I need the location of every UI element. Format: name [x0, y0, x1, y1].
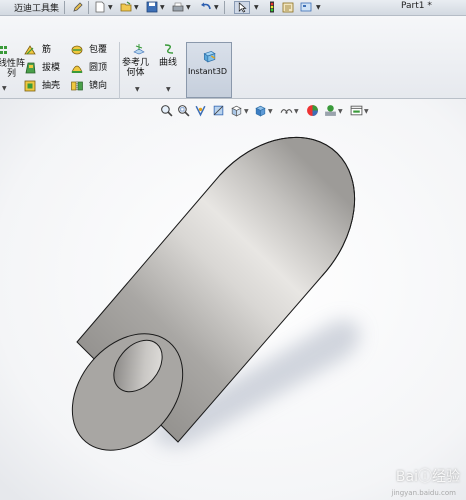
draft-button[interactable]: 拔模	[24, 61, 66, 75]
chevron-down-icon[interactable]: ▼	[254, 4, 259, 11]
rib-button[interactable]: 筋	[24, 43, 66, 57]
curves-label: 曲线	[159, 58, 178, 68]
chevron-down-icon[interactable]: ▼	[186, 4, 191, 11]
undo-icon[interactable]	[200, 1, 212, 13]
options-icon[interactable]	[282, 1, 294, 13]
toolbar-divider	[64, 1, 65, 14]
mirror-icon	[71, 81, 83, 91]
shell-icon	[24, 80, 36, 92]
rib-icon	[24, 45, 36, 55]
section-view-icon[interactable]	[212, 104, 225, 117]
hide-show-items-icon[interactable]	[280, 104, 293, 117]
chevron-down-icon[interactable]: ▼	[214, 4, 219, 11]
display-style-icon[interactable]	[254, 104, 267, 117]
view-settings-icon[interactable]	[350, 104, 363, 117]
chevron-down-icon[interactable]: ▼	[2, 85, 7, 92]
chevron-down-icon[interactable]: ▼	[160, 4, 165, 11]
chevron-down-icon[interactable]: ▼	[268, 108, 273, 115]
draft-icon	[25, 62, 36, 74]
save-icon[interactable]	[146, 1, 158, 13]
chevron-down-icon[interactable]: ▼	[134, 4, 139, 11]
dome-button[interactable]: 圆顶	[71, 61, 115, 75]
pencil-icon[interactable]	[72, 1, 84, 13]
chevron-down-icon[interactable]: ▼	[364, 108, 369, 115]
chevron-down-icon[interactable]: ▼	[316, 4, 321, 11]
chevron-down-icon[interactable]: ▼	[108, 4, 113, 11]
reference-geometry-button[interactable]: 参考几 何体 ▼	[122, 43, 156, 95]
document-title: Part1 *	[401, 1, 432, 11]
shell-label: 抽壳	[42, 81, 61, 91]
new-document-icon[interactable]	[94, 1, 106, 13]
draft-label: 拔模	[42, 63, 61, 73]
instant3d-button[interactable]: Instant3D	[186, 42, 232, 98]
linear-pattern-button[interactable]: 线性阵 列 ▼	[0, 41, 25, 93]
ribbon-divider	[119, 42, 120, 100]
quick-access-toolbar: 迈迪工具集 ▼ ▼ ▼ ▼ ▼ ▼ ▼ Part1 *	[0, 0, 466, 16]
zoom-area-icon[interactable]	[177, 104, 190, 117]
instant3d-icon	[203, 50, 216, 63]
print-icon[interactable]	[172, 1, 184, 13]
curves-icon	[164, 44, 174, 54]
mirror-button[interactable]: 镜向	[71, 79, 115, 93]
zoom-to-fit-icon[interactable]	[160, 104, 173, 117]
heads-up-view-toolbar: ▼ ▼ ▼ ▼ ▼	[158, 104, 398, 120]
chevron-down-icon[interactable]: ▼	[244, 108, 249, 115]
reference-geometry-icon	[133, 44, 145, 55]
dome-label: 圆顶	[89, 63, 108, 73]
chevron-down-icon[interactable]: ▼	[294, 108, 299, 115]
watermark-subtext: jingyan.baidu.com	[391, 489, 456, 497]
shell-button[interactable]: 抽壳	[24, 79, 66, 93]
maidi-toolset-menu[interactable]: 迈迪工具集	[14, 1, 59, 14]
select-pointer-icon	[238, 2, 247, 13]
mirror-label: 镜向	[89, 81, 108, 91]
select-pointer-button[interactable]	[234, 1, 250, 14]
instant3d-label: Instant3D	[188, 67, 228, 76]
linear-pattern-label: 线性阵 列	[0, 59, 26, 79]
curves-button[interactable]: 曲线 ▼	[158, 43, 182, 95]
graphics-area[interactable]: Baiⓘ经验 jingyan.baidu.com	[0, 99, 466, 500]
watermark-text: Baiⓘ经验	[395, 469, 460, 485]
view-orientation-icon[interactable]	[230, 104, 243, 117]
screen-icon[interactable]	[300, 1, 312, 13]
toolbar-divider	[224, 1, 225, 14]
model-viewport[interactable]	[0, 99, 466, 500]
dome-icon	[71, 65, 83, 73]
rib-label: 筋	[42, 45, 52, 55]
edit-appearance-icon[interactable]	[306, 104, 319, 117]
previous-view-icon[interactable]	[194, 104, 207, 117]
chevron-down-icon[interactable]: ▼	[166, 86, 171, 93]
chevron-down-icon[interactable]: ▼	[338, 108, 343, 115]
wrap-icon	[71, 45, 83, 55]
apply-scene-icon[interactable]	[324, 104, 337, 117]
chevron-down-icon[interactable]: ▼	[135, 86, 140, 93]
reference-geometry-label: 参考几 何体	[122, 58, 150, 78]
linear-pattern-icon	[0, 46, 7, 54]
wrap-button[interactable]: 包覆	[71, 43, 115, 57]
traffic-light-icon[interactable]	[266, 1, 278, 13]
toolbar-divider	[88, 1, 89, 14]
features-command-manager: 线性阵 列 ▼ 筋 拔模 抽壳 包覆 圆顶 镜向 参考几 何体 ▼ 曲线 ▼ I…	[0, 16, 466, 100]
open-folder-icon[interactable]	[120, 1, 132, 13]
wrap-label: 包覆	[89, 45, 108, 55]
